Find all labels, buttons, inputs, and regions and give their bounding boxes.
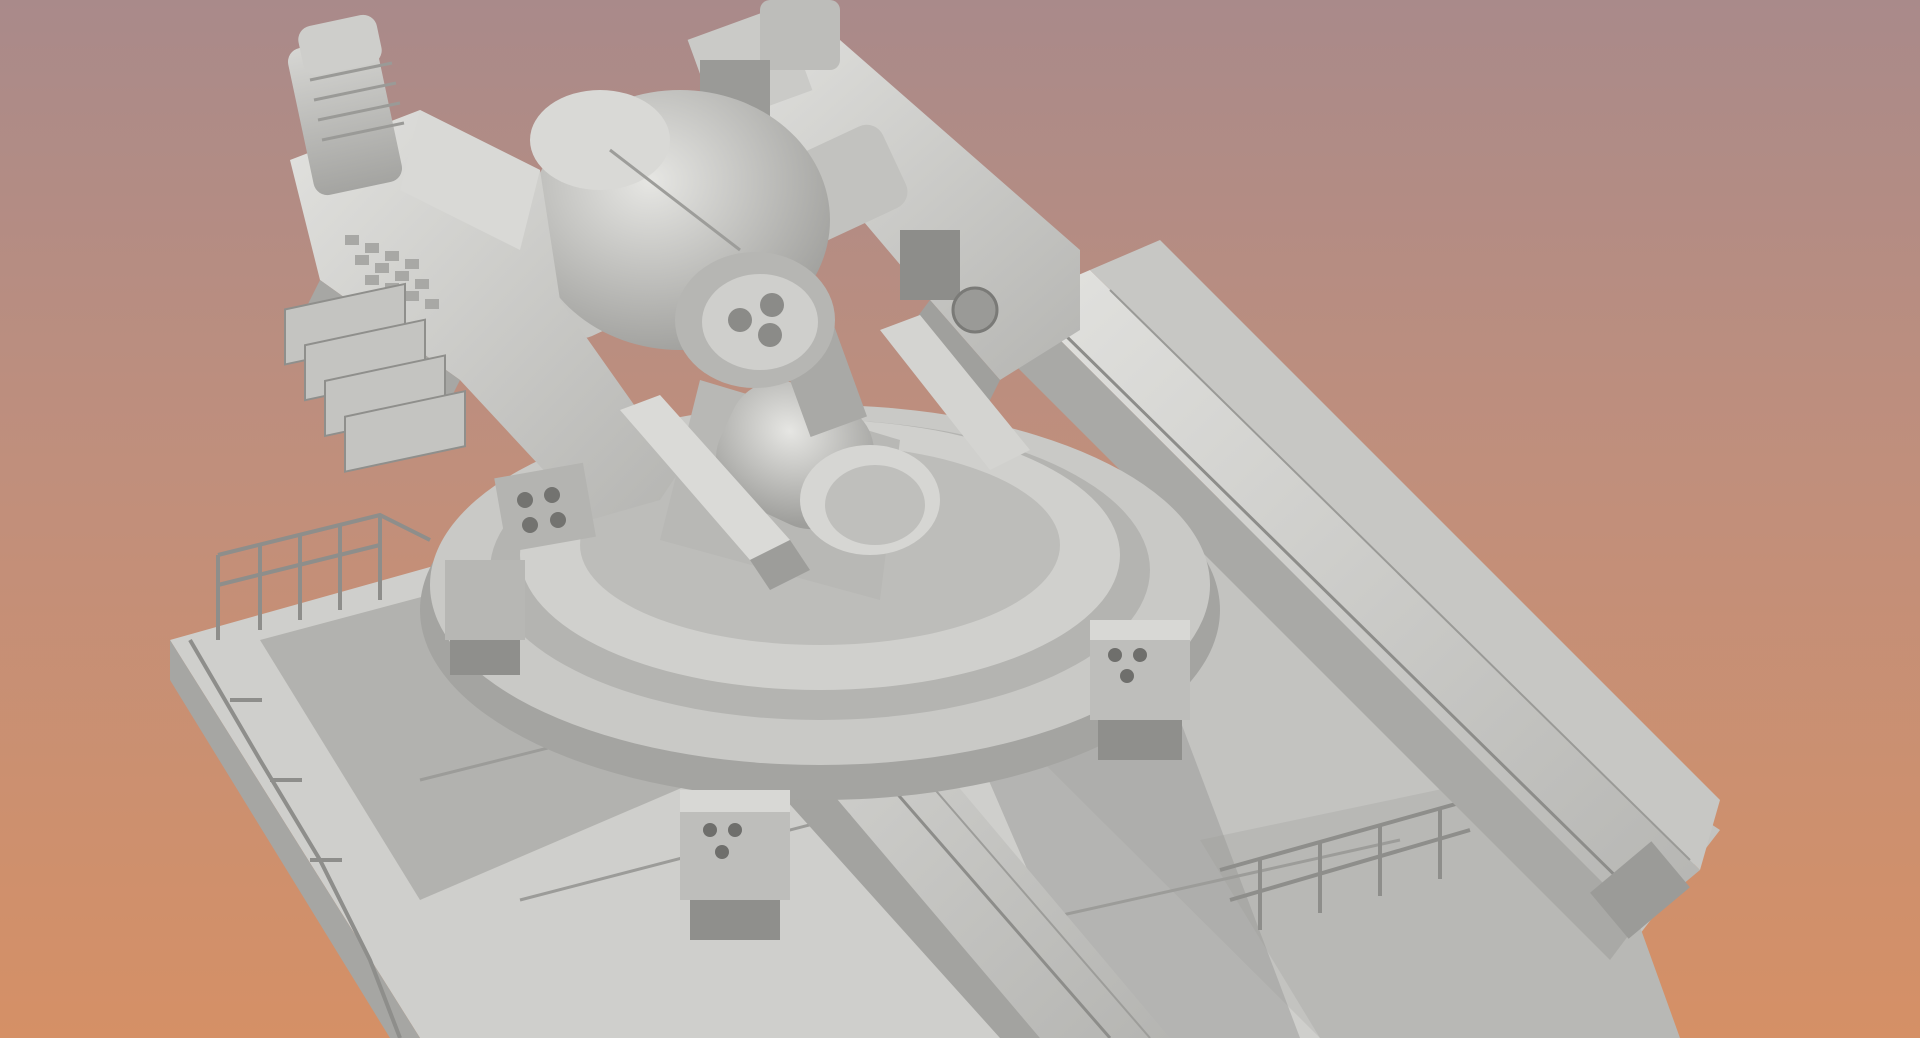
- render-viewport: [0, 0, 1920, 1038]
